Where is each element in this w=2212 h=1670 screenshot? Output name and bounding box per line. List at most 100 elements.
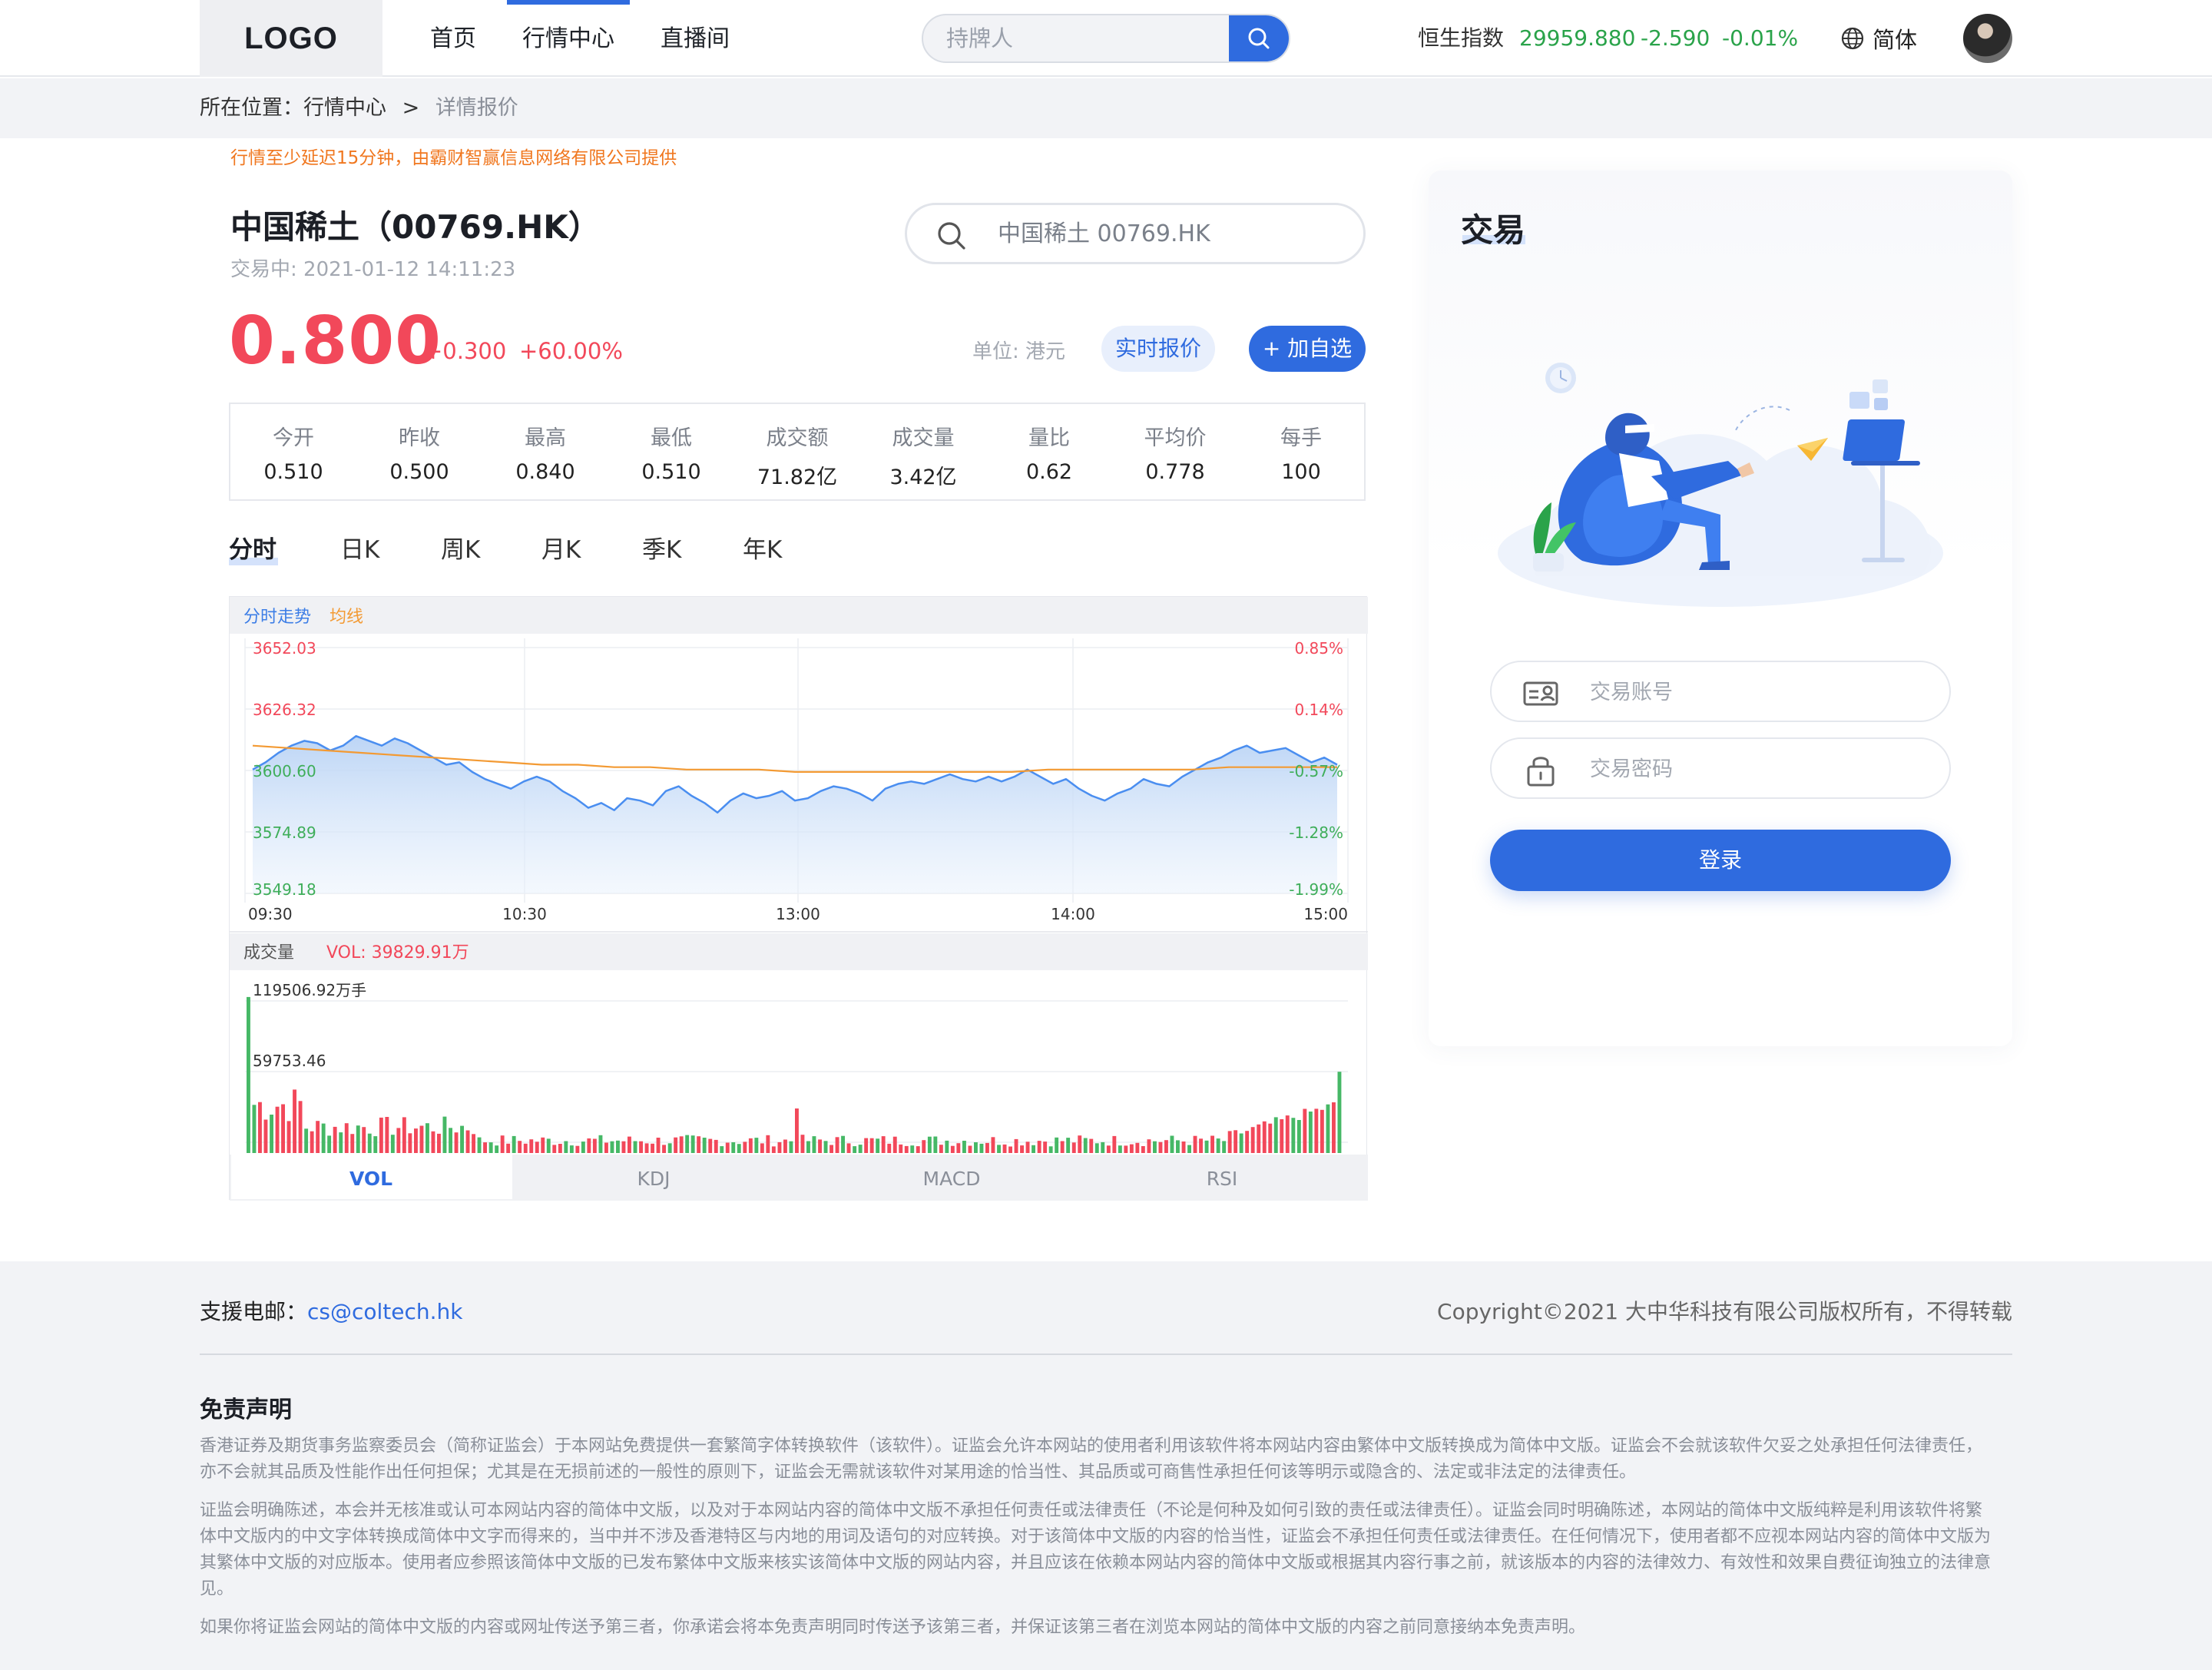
volume-bar <box>621 1141 626 1153</box>
volume-bar <box>933 1136 938 1153</box>
volume-bar <box>1106 1145 1111 1153</box>
indicator-tab-rsi[interactable]: RSI <box>1207 1168 1238 1190</box>
nav-market-center[interactable]: 行情中心 <box>522 0 614 77</box>
volume-bar <box>1078 1135 1082 1153</box>
chart-header-bg <box>230 597 1368 634</box>
realtime-quote-button[interactable]: 实时报价 <box>1101 326 1215 372</box>
volume-bar <box>679 1136 684 1153</box>
tab-monthly-k[interactable]: 月K <box>541 530 581 565</box>
volume-bar <box>950 1145 955 1153</box>
indicator-tab-macd[interactable]: MACD <box>923 1168 981 1190</box>
volume-bar <box>598 1135 603 1153</box>
tab-weekly-k[interactable]: 周K <box>441 530 480 565</box>
indicator-tab-kdj[interactable]: KDJ <box>637 1168 670 1190</box>
stat-avg-price: 平均价 0.778 <box>1112 404 1238 499</box>
stock-search-input[interactable] <box>998 214 1336 253</box>
account-input[interactable] <box>1590 673 1920 711</box>
volume-bar <box>1199 1138 1203 1153</box>
volume-bar <box>956 1143 961 1153</box>
volume-bar <box>1014 1138 1018 1153</box>
indicator-tab-vol[interactable]: VOL <box>349 1168 392 1190</box>
volume-bar <box>916 1146 920 1153</box>
trading-illustration <box>1498 363 1943 607</box>
volume-bars <box>247 996 1342 1153</box>
volume-bar <box>1025 1141 1030 1153</box>
language-switch[interactable]: 简体 <box>1840 0 1917 77</box>
volume-bar <box>991 1137 995 1153</box>
stat-value: 0.778 <box>1145 460 1205 484</box>
volume-bar <box>1308 1112 1313 1153</box>
volume-bar <box>737 1144 741 1153</box>
volume-bar <box>1268 1123 1273 1153</box>
copyright: Copyright©2021 大中华科技有限公司版权所有，不得转载 <box>1437 1299 2012 1324</box>
volume-bar <box>974 1142 978 1153</box>
stock-chart[interactable]: 分时走势 均线 3652.03 3626.32 3600.60 3574.89 3549… <box>229 596 1368 1201</box>
chart-canvas: 分时走势 均线 3652.03 3626.32 3600.60 3574.89 3549… <box>230 597 1368 1201</box>
header-search-input[interactable] <box>923 15 1230 61</box>
stock-search <box>905 203 1366 264</box>
stock-change-pct: +60.00% <box>519 338 623 364</box>
trading-status-time: 交易中: 2021-01-12 14:11:23 <box>230 258 516 281</box>
quote-stats: 今开 0.510 昨收 0.500 最高 0.840 最低 0.510 成交额 71.82… <box>229 403 1366 501</box>
nav-live-room[interactable]: 直播间 <box>661 0 730 77</box>
volume-bar <box>830 1145 833 1153</box>
volume-bar <box>783 1139 787 1153</box>
volume-bar <box>1083 1138 1088 1153</box>
volume-bar <box>754 1138 759 1153</box>
volume-bar <box>674 1137 678 1153</box>
volume-bar <box>968 1145 972 1153</box>
volume-bar <box>270 1115 273 1153</box>
volume-bar <box>1060 1141 1065 1153</box>
user-avatar[interactable] <box>1963 14 2012 63</box>
stat-prev-close: 昨收 0.500 <box>356 404 482 499</box>
breadcrumb-market-center[interactable]: 行情中心 <box>303 96 386 120</box>
password-input[interactable] <box>1590 750 1920 788</box>
nav-home[interactable]: 首页 <box>430 0 476 77</box>
volume-bar <box>760 1143 764 1153</box>
volume-bar <box>1280 1119 1284 1153</box>
logo[interactable]: LOGO <box>200 0 382 77</box>
volume-bar <box>431 1131 435 1153</box>
volume-bar <box>373 1136 378 1153</box>
tab-yearly-k[interactable]: 年K <box>743 530 782 565</box>
stat-value: 0.510 <box>263 460 323 484</box>
volume-bar <box>892 1136 897 1153</box>
volume-bar <box>339 1132 343 1153</box>
volume-bar <box>610 1141 614 1153</box>
volume-bar <box>1066 1138 1071 1153</box>
stat-value: 100 <box>1281 460 1321 484</box>
volume-bar <box>651 1143 654 1153</box>
volume-bar <box>904 1145 909 1153</box>
stat-volume-ratio: 量比 0.62 <box>986 404 1112 499</box>
volume-bar <box>367 1133 372 1153</box>
stat-value: 0.840 <box>515 460 575 484</box>
support-email-link[interactable]: cs@coltech.hk <box>307 1299 463 1324</box>
tab-daily-k[interactable]: 日K <box>340 530 379 565</box>
header-search-button[interactable] <box>1229 15 1289 61</box>
y-tick-label-left: 3574.89 <box>253 823 316 842</box>
volume-bar <box>714 1139 718 1153</box>
add-watchlist-button[interactable]: + 加自选 <box>1249 326 1366 372</box>
index-change: -2.590 <box>1641 25 1710 51</box>
volume-bar <box>316 1121 320 1153</box>
volume-bar <box>535 1141 539 1153</box>
volume-bar <box>258 1102 262 1153</box>
volume-bar <box>1227 1131 1232 1153</box>
tab-intraday[interactable]: 分时 <box>229 530 276 565</box>
volume-bar <box>869 1138 874 1153</box>
volume-bar <box>1037 1141 1041 1153</box>
x-tick-label: 15:00 <box>1303 905 1348 923</box>
volume-bar <box>408 1133 412 1153</box>
y-tick-label-right: -1.99% <box>1289 880 1343 899</box>
volume-bar <box>477 1137 482 1153</box>
volume-bar <box>633 1141 637 1153</box>
index-name: 恒生指数 <box>1418 25 1505 51</box>
stock-change: +0.300 <box>424 338 507 364</box>
volume-bar <box>1101 1141 1105 1153</box>
volume-bar <box>1031 1145 1035 1153</box>
stat-value: 3.42亿 <box>889 466 957 489</box>
y-tick-label-right: 0.14% <box>1294 701 1343 719</box>
volume-bar <box>823 1141 828 1153</box>
tab-quarterly-k[interactable]: 季K <box>642 530 681 565</box>
login-button[interactable]: 登录 <box>1490 830 1951 891</box>
